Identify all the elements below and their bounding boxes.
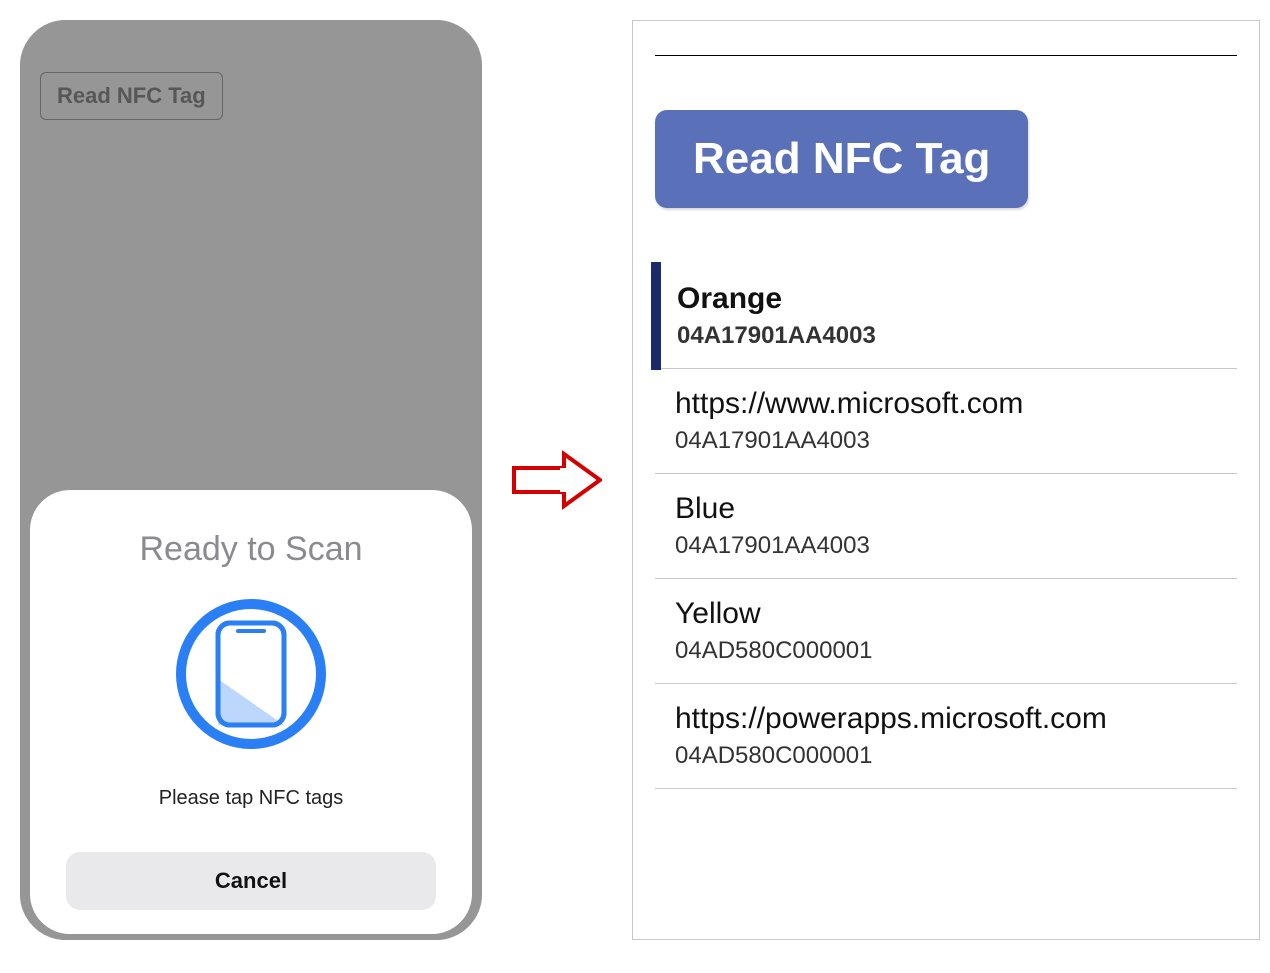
list-item-title: https://www.microsoft.com xyxy=(675,387,1237,421)
list-item-title: Blue xyxy=(675,492,1237,526)
read-nfc-tag-button-small[interactable]: Read NFC Tag xyxy=(40,72,223,120)
scan-title: Ready to Scan xyxy=(139,530,362,569)
nfc-results-list: Orange 04A17901AA4003 https://www.micros… xyxy=(655,264,1237,789)
list-item-subtitle: 04AD580C000001 xyxy=(675,637,1237,665)
phone-outline-icon xyxy=(214,619,288,729)
nfc-scan-icon xyxy=(176,599,326,749)
list-item[interactable]: Yellow 04AD580C000001 xyxy=(655,579,1237,684)
list-item-subtitle: 04A17901AA4003 xyxy=(677,322,1237,350)
result-panel: Read NFC Tag Orange 04A17901AA4003 https… xyxy=(632,20,1260,940)
list-item[interactable]: Orange 04A17901AA4003 xyxy=(655,264,1237,369)
list-item-subtitle: 04A17901AA4003 xyxy=(675,427,1237,455)
list-item[interactable]: https://www.microsoft.com 04A17901AA4003 xyxy=(655,369,1237,474)
list-item-title: Yellow xyxy=(675,597,1237,631)
top-divider xyxy=(655,55,1237,56)
scan-bottom-sheet: Ready to Scan Please tap NFC tags Cancel xyxy=(30,490,472,934)
list-item[interactable]: https://powerapps.microsoft.com 04AD580C… xyxy=(655,684,1237,789)
list-item-subtitle: 04A17901AA4003 xyxy=(675,532,1237,560)
arrow-icon xyxy=(512,20,602,940)
list-item-title: https://powerapps.microsoft.com xyxy=(675,702,1237,736)
read-nfc-tag-button[interactable]: Read NFC Tag xyxy=(655,110,1028,208)
scan-subtext: Please tap NFC tags xyxy=(159,787,344,810)
list-item-subtitle: 04AD580C000001 xyxy=(675,742,1237,770)
cancel-button[interactable]: Cancel xyxy=(66,852,436,910)
list-item[interactable]: Blue 04A17901AA4003 xyxy=(655,474,1237,579)
list-item-title: Orange xyxy=(677,282,1237,316)
phone-mockup: Read NFC Tag Ready to Scan Please tap NF… xyxy=(20,20,482,940)
